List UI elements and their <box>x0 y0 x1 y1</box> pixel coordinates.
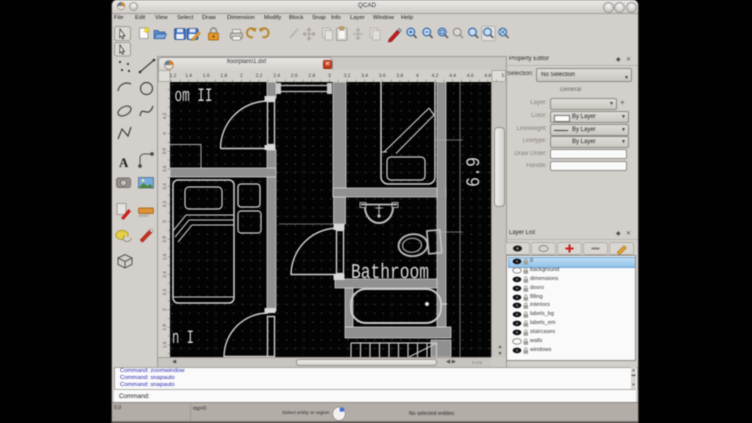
svg-text:2.4: 2.4 <box>162 271 167 278</box>
svg-text:3.4: 3.4 <box>162 183 167 190</box>
svg-text:3.2: 3.2 <box>344 73 351 79</box>
svg-text:3.6: 3.6 <box>162 165 167 172</box>
svg-text:4.6: 4.6 <box>467 73 474 79</box>
svg-text:4.2: 4.2 <box>432 73 439 79</box>
svg-text:1.4: 1.4 <box>185 73 192 79</box>
svg-text:om II: om II <box>175 85 213 107</box>
svg-text:1.2: 1.2 <box>170 73 177 79</box>
svg-text:2: 2 <box>240 73 243 79</box>
svg-text:2: 2 <box>162 308 167 311</box>
svg-text:2.2: 2.2 <box>256 73 263 79</box>
svg-text:2.6: 2.6 <box>291 73 298 79</box>
svg-text:3.6: 3.6 <box>379 73 386 79</box>
svg-text:4.8: 4.8 <box>484 73 491 79</box>
svg-text:2.6: 2.6 <box>162 253 167 260</box>
svg-text:1.6: 1.6 <box>203 73 210 79</box>
svg-text:3.4: 3.4 <box>361 73 368 79</box>
svg-text:4.2: 4.2 <box>162 112 167 119</box>
svg-text:A: A <box>119 155 129 170</box>
svg-text:6.9: 6.9 <box>463 157 485 187</box>
svg-text:4: 4 <box>162 132 167 135</box>
svg-text:n I: n I <box>172 327 194 349</box>
svg-text:2.4: 2.4 <box>273 73 280 79</box>
svg-text:1.8: 1.8 <box>220 73 227 79</box>
svg-text:3.8: 3.8 <box>396 73 403 79</box>
svg-text:2.8: 2.8 <box>162 236 167 243</box>
svg-text:Bathroom: Bathroom <box>351 262 429 285</box>
svg-text:2.2: 2.2 <box>162 288 167 295</box>
svg-text:3: 3 <box>328 73 331 79</box>
svg-text:4: 4 <box>416 73 419 79</box>
svg-text:3.8: 3.8 <box>162 148 167 155</box>
svg-text:4.4: 4.4 <box>449 73 456 79</box>
svg-text:2.8: 2.8 <box>308 73 315 79</box>
svg-text:1.8: 1.8 <box>162 324 167 331</box>
svg-text:3.2: 3.2 <box>162 200 167 207</box>
svg-text:1.6: 1.6 <box>162 341 167 348</box>
svg-text:3: 3 <box>162 220 167 223</box>
